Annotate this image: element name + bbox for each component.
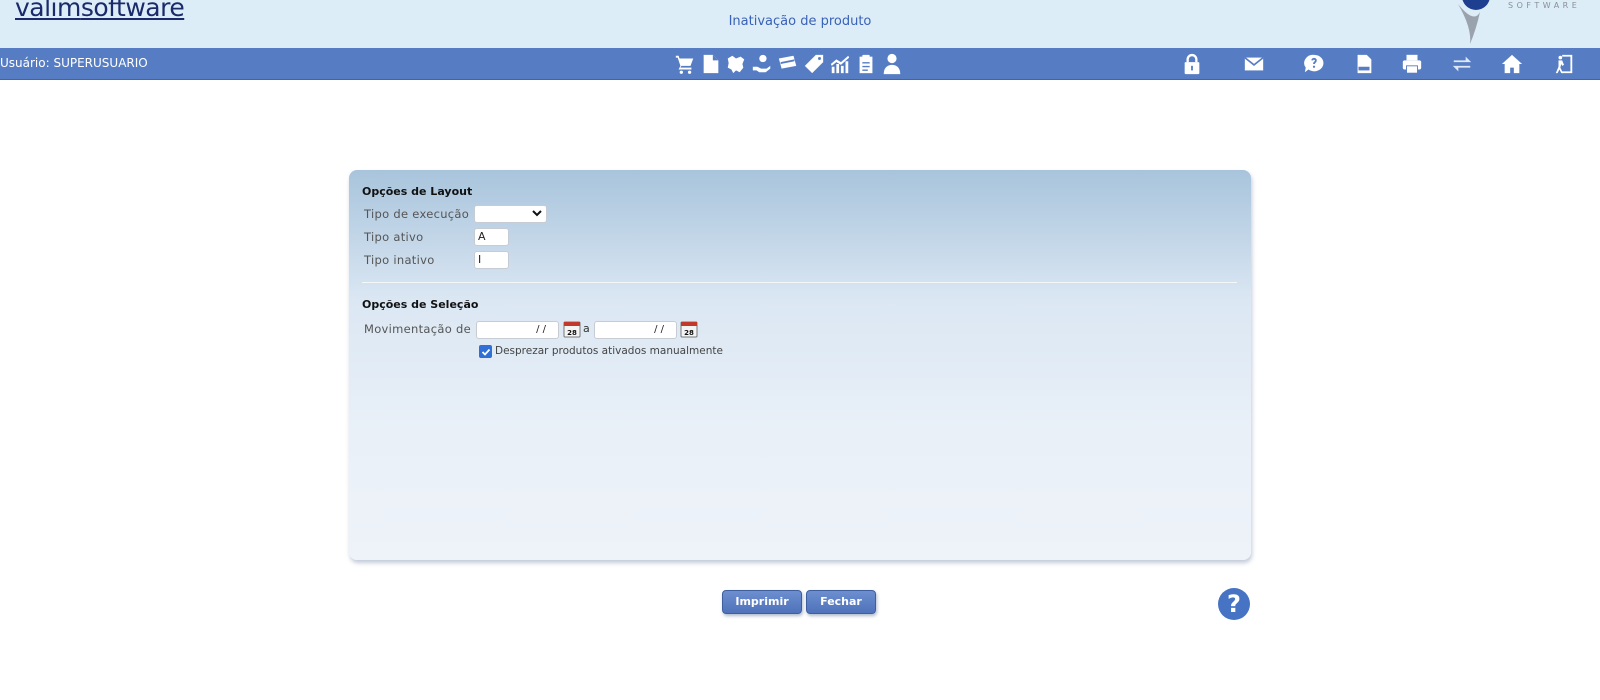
calendar-from-icon[interactable]: 28 bbox=[563, 320, 581, 338]
tipo-ativo-input[interactable]: A bbox=[474, 228, 509, 246]
sql-icon[interactable] bbox=[1352, 52, 1376, 76]
options-panel: Opções de Layout Tipo de execução Tipo a… bbox=[349, 170, 1251, 560]
chevron-down-icon bbox=[532, 207, 542, 221]
svg-text:28: 28 bbox=[684, 329, 694, 337]
date-from-input[interactable]: / / bbox=[476, 321, 559, 339]
tipo-inativo-input[interactable]: I bbox=[474, 251, 509, 269]
date-to-input[interactable]: / / bbox=[594, 321, 677, 339]
exchange-icon[interactable] bbox=[1450, 52, 1474, 76]
page-title: Inativação de produto bbox=[728, 14, 872, 29]
desprezar-checkbox[interactable] bbox=[479, 345, 492, 358]
tipo-execucao-select[interactable] bbox=[474, 205, 547, 223]
map-icon[interactable] bbox=[724, 52, 748, 76]
exit-icon[interactable] bbox=[1552, 52, 1576, 76]
print-icon[interactable] bbox=[1400, 52, 1424, 76]
layout-options-title: Opções de Layout bbox=[362, 185, 473, 198]
card-icon[interactable] bbox=[776, 52, 800, 76]
main-toolbar: Usuário: SUPERUSUARIO bbox=[0, 48, 1600, 80]
tag-icon[interactable] bbox=[802, 52, 826, 76]
document-icon[interactable] bbox=[699, 52, 723, 76]
lock-icon[interactable] bbox=[1180, 52, 1204, 76]
corner-logo-tagline: SOFTWARE bbox=[1508, 1, 1581, 10]
cart-icon[interactable] bbox=[673, 52, 697, 76]
user-label: Usuário: SUPERUSUARIO bbox=[0, 56, 148, 70]
tipo-inativo-label: Tipo inativo bbox=[364, 253, 435, 267]
chart-icon[interactable] bbox=[828, 52, 852, 76]
desprezar-checkbox-label[interactable]: Desprezar produtos ativados manualmente bbox=[495, 345, 723, 357]
tipo-ativo-label: Tipo ativo bbox=[364, 230, 424, 244]
svg-text:28: 28 bbox=[567, 329, 577, 337]
calendar-to-icon[interactable]: 28 bbox=[680, 320, 698, 338]
movimentacao-label: Movimentação de bbox=[364, 322, 472, 336]
header-bar: valimsoftware Inativação de produto SOFT… bbox=[0, 0, 1600, 48]
print-button[interactable]: Imprimir bbox=[722, 590, 802, 614]
help-button[interactable]: ? bbox=[1218, 588, 1250, 620]
tipo-execucao-label: Tipo de execução bbox=[364, 207, 470, 221]
date-range-separator: a bbox=[583, 322, 590, 335]
user-icon[interactable] bbox=[880, 52, 904, 76]
section-divider bbox=[362, 282, 1237, 283]
mail-icon[interactable] bbox=[1242, 52, 1266, 76]
hand-money-icon[interactable] bbox=[750, 52, 774, 76]
close-button[interactable]: Fechar bbox=[806, 590, 876, 614]
home-icon[interactable] bbox=[1500, 52, 1524, 76]
clipboard-icon[interactable] bbox=[854, 52, 878, 76]
chat-help-icon[interactable] bbox=[1302, 52, 1326, 76]
selection-options-title: Opções de Seleção bbox=[362, 298, 479, 311]
corner-logo: SOFTWARE bbox=[1440, 0, 1600, 48]
